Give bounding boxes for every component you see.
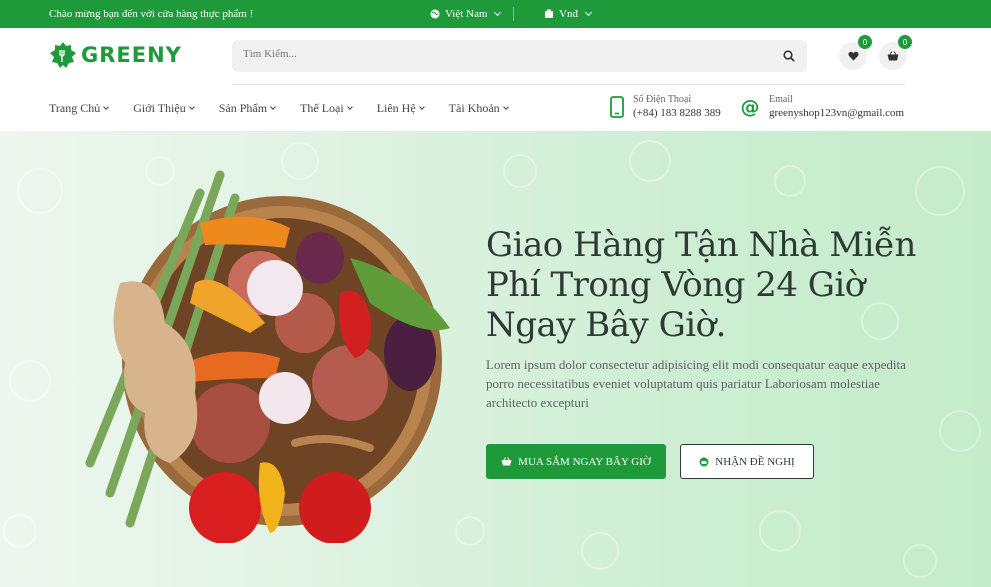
top-bar: Chào mừng bạn đến với cửa hàng thực phẩm… <box>0 0 991 28</box>
logo-text: GREENY <box>81 43 182 67</box>
search-bar[interactable] <box>232 40 807 72</box>
nav-item-about[interactable]: Giới Thiệu <box>133 101 195 116</box>
logo-icon <box>50 42 76 68</box>
chevron-down-icon <box>270 104 276 110</box>
basket-icon <box>501 457 512 466</box>
nav-item-account[interactable]: Tài Khoản <box>448 101 509 116</box>
get-offer-label: NHẬN ĐỀ NGHỊ <box>715 455 795 468</box>
gift-icon <box>699 457 709 466</box>
phone-label: Số Điện Thoại <box>633 94 692 105</box>
chevron-down-icon <box>346 104 353 110</box>
chevron-down-icon <box>103 104 110 110</box>
nav-item-products[interactable]: Sản Phẩm <box>218 101 276 116</box>
search-icon[interactable] <box>783 50 795 62</box>
at-icon: @ <box>741 97 760 117</box>
hero-title: Giao Hàng Tận Nhà Miễn Phí Trong Vòng 24… <box>486 225 916 345</box>
chevron-down-icon <box>188 104 195 110</box>
main-nav: Trang Chủ Giới Thiệu Sản Phẩm Thể Loại L… <box>49 101 533 116</box>
hero-description: Lorem ipsum dolor consectetur adipisicin… <box>486 357 906 410</box>
phone-icon <box>610 95 624 118</box>
chevron-down-icon <box>494 8 502 17</box>
nav-item-categories[interactable]: Thể Loại <box>300 101 353 116</box>
wishlist-count-badge: 0 <box>858 35 872 49</box>
cart-count-badge: 0 <box>898 35 912 49</box>
get-offer-button[interactable]: NHẬN ĐỀ NGHỊ <box>680 444 814 479</box>
language-selector[interactable]: Việt Nam <box>430 8 502 20</box>
hero-banner: Giao Hàng Tận Nhà Miễn Phí Trong Vòng 24… <box>0 131 991 587</box>
language-label: Việt Nam <box>445 8 488 20</box>
currency-icon <box>545 9 553 18</box>
cart-button[interactable]: 0 <box>879 35 912 70</box>
chevron-down-icon <box>584 8 592 17</box>
email-label: Email <box>769 94 793 105</box>
header-divider <box>232 84 905 85</box>
search-input[interactable] <box>243 48 763 60</box>
nav-item-label: Trang Chủ <box>49 101 101 115</box>
nav-item-label: Tài Khoản <box>448 101 500 115</box>
nav-item-label: Liên Hệ <box>376 101 416 115</box>
nav-item-label: Giới Thiệu <box>133 101 186 115</box>
phone-number[interactable]: (+84) 183 8288 389 <box>633 107 721 119</box>
globe-icon <box>430 9 440 19</box>
nav-item-label: Thể Loại <box>300 101 344 115</box>
chevron-down-icon <box>502 104 509 110</box>
chevron-down-icon <box>418 104 425 110</box>
shop-now-label: MUA SẮM NGAY BÂY GIỜ <box>518 455 651 468</box>
nav-item-label: Sản Phẩm <box>218 101 268 115</box>
wishlist-button[interactable]: 0 <box>839 35 872 70</box>
email-contact: @ Email greenyshop123vn@gmail.com <box>740 94 905 119</box>
heart-icon <box>847 51 859 61</box>
nav-item-home[interactable]: Trang Chủ <box>49 101 110 116</box>
vegetable-basket-image <box>85 170 450 543</box>
phone-contact: Số Điện Thoại (+84) 183 8288 389 <box>610 94 721 119</box>
site-logo[interactable]: GREENY <box>49 41 182 69</box>
currency-selector[interactable]: Vnđ <box>544 8 592 20</box>
shop-now-button[interactable]: MUA SẮM NGAY BÂY GIỜ <box>486 444 666 479</box>
currency-label: Vnđ <box>559 8 578 20</box>
email-address[interactable]: greenyshop123vn@gmail.com <box>769 107 904 119</box>
welcome-text: Chào mừng bạn đến với cửa hàng thực phẩm… <box>49 8 254 20</box>
cart-icon <box>887 51 899 61</box>
divider <box>513 7 514 21</box>
nav-item-contact[interactable]: Liên Hệ <box>376 101 425 116</box>
svg-text:@: @ <box>741 97 760 117</box>
